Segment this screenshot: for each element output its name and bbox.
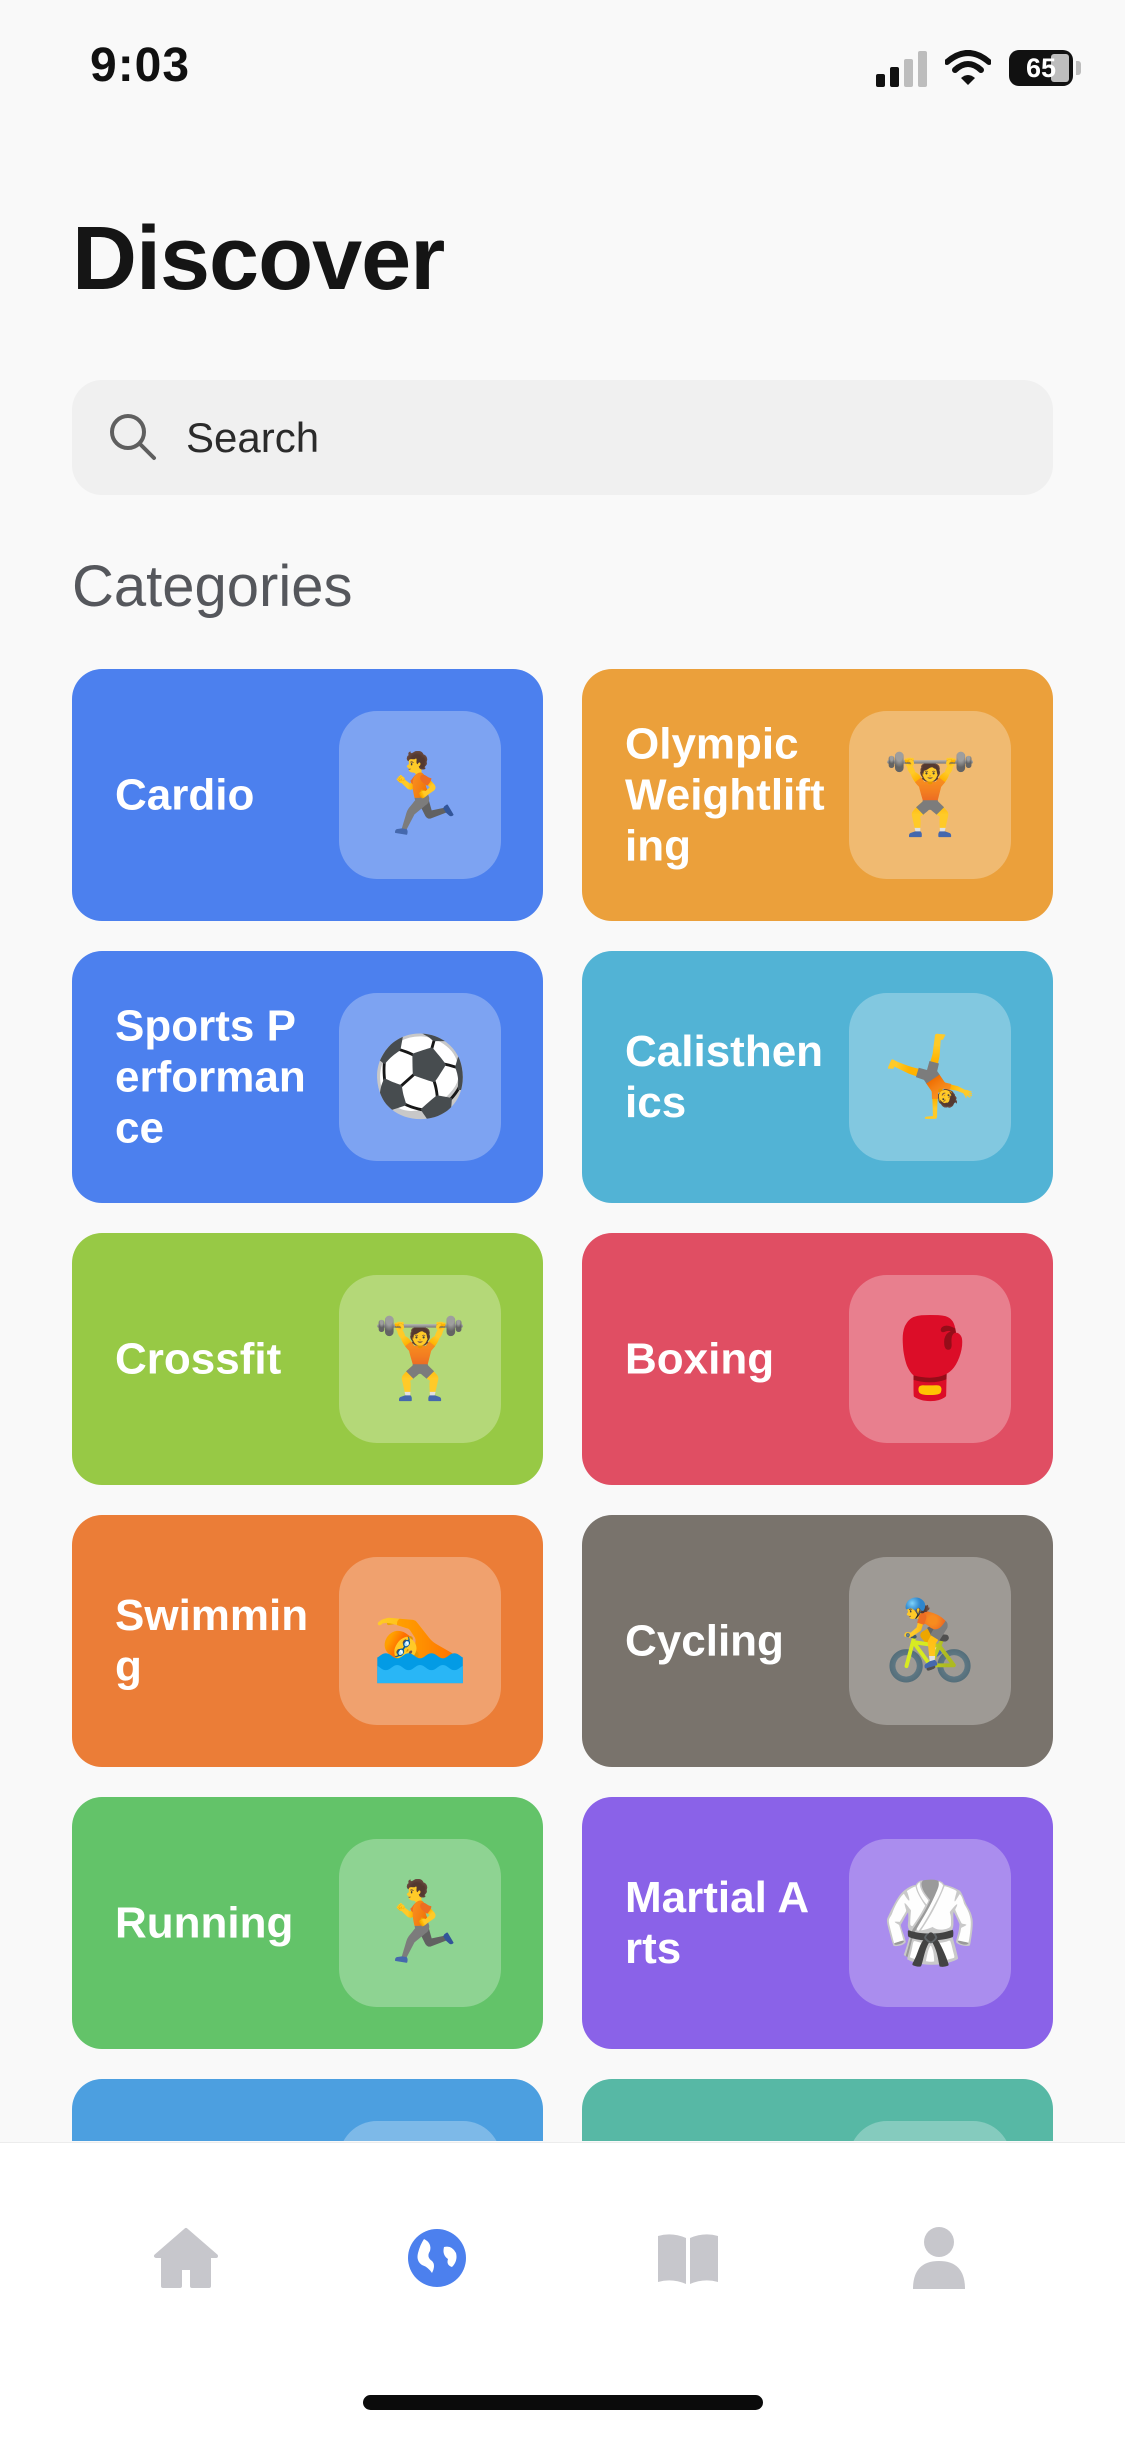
category-card[interactable]: Running 🏃	[72, 1797, 543, 2049]
category-label: Running	[115, 1898, 294, 1948]
categories-grid: Cardio 🏃 Olympic Weightlifting 🏋 Sports …	[72, 669, 1053, 2141]
category-label: Cardio	[115, 770, 255, 820]
tab-home[interactable]	[131, 2203, 241, 2313]
category-label: Boxing	[625, 1334, 775, 1384]
category-label: Olympic Weightlifting	[625, 719, 825, 871]
category-icon-partial	[339, 2121, 501, 2141]
cyclist-icon: 🚴	[849, 1557, 1011, 1725]
category-label: Martial Arts	[625, 1873, 810, 1973]
category-card[interactable]: Martial Arts 🥋	[582, 1797, 1053, 2049]
search-icon	[110, 413, 156, 460]
category-card[interactable]: Boxing 🥊	[582, 1233, 1053, 1485]
status-bar: 9:03 65	[0, 0, 1125, 135]
cellular-signal-icon	[876, 49, 927, 87]
category-card[interactable]: Crossfit 🏋	[72, 1233, 543, 1485]
martial-arts-uniform-icon: 🥋	[849, 1839, 1011, 2007]
wifi-icon	[945, 50, 991, 85]
battery-percent: 65	[1025, 52, 1057, 83]
category-label: Swimming	[115, 1591, 309, 1691]
tab-bar	[0, 2142, 1125, 2437]
search-input[interactable]	[184, 412, 988, 463]
category-card[interactable]: Swimming 🏊	[72, 1515, 543, 1767]
runner-icon: 🏃	[339, 1839, 501, 2007]
tab-profile[interactable]	[884, 2203, 994, 2313]
person-icon	[913, 2227, 965, 2289]
category-label: Cycling	[625, 1616, 784, 1666]
home-icon	[154, 2228, 218, 2288]
category-label: Sports Performance	[115, 1001, 306, 1153]
category-card[interactable]	[72, 2079, 543, 2141]
status-icons: 65	[876, 46, 1081, 90]
weightlifter-icon: 🏋	[339, 1275, 501, 1443]
section-title-categories: Categories	[72, 554, 353, 619]
category-label: Calisthenics	[625, 1027, 824, 1127]
category-card[interactable]: Sports Performance ⚽	[72, 951, 543, 1203]
tab-discover[interactable]	[382, 2203, 492, 2313]
category-label: Crossfit	[115, 1334, 282, 1384]
page-title: Discover	[72, 209, 445, 309]
home-indicator	[363, 2395, 763, 2410]
tab-library[interactable]	[633, 2203, 743, 2313]
category-card[interactable]: Cycling 🚴	[582, 1515, 1053, 1767]
swimmer-icon: 🏊	[339, 1557, 501, 1725]
globe-icon	[408, 2229, 466, 2287]
boxing-glove-icon: 🥊	[849, 1275, 1011, 1443]
weightlifter-icon: 🏋	[849, 711, 1011, 879]
soccer-ball-icon: ⚽	[339, 993, 501, 1161]
book-icon	[658, 2234, 718, 2284]
cartwheel-icon: 🤸	[849, 993, 1011, 1161]
category-card[interactable]: Olympic Weightlifting 🏋	[582, 669, 1053, 921]
battery-indicator: 65	[1009, 50, 1081, 86]
runner-icon: 🏃	[339, 711, 501, 879]
search-bar[interactable]	[72, 380, 1053, 495]
category-card[interactable]: Calisthenics 🤸	[582, 951, 1053, 1203]
category-card[interactable]	[582, 2079, 1053, 2141]
status-time: 9:03	[90, 39, 191, 92]
category-icon-partial	[849, 2121, 1011, 2141]
category-card[interactable]: Cardio 🏃	[72, 669, 543, 921]
battery-icon: 65	[1009, 50, 1073, 86]
